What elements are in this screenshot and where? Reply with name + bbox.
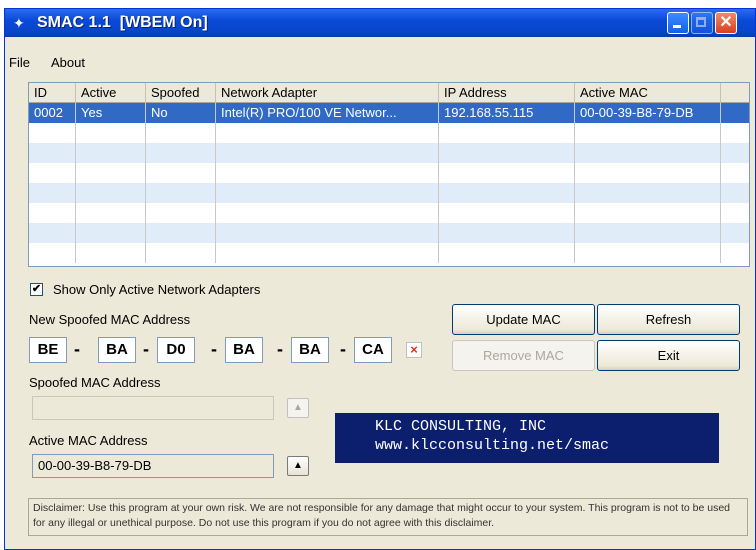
- show-active-label[interactable]: Show Only Active Network Adapters: [53, 282, 260, 298]
- column-header-ip-address[interactable]: IP Address: [439, 83, 575, 103]
- spoofed-mac-up-button[interactable]: ▲: [287, 398, 309, 418]
- active-mac-field[interactable]: 00-00-39-B8-79-DB: [32, 454, 274, 478]
- table-row[interactable]: 0002 Yes No Intel(R) PRO/100 VE Networ..…: [29, 103, 749, 123]
- adapter-list[interactable]: ID Active Spoofed Network Adapter IP Add…: [28, 82, 750, 267]
- minimize-button[interactable]: [667, 12, 689, 34]
- update-mac-button[interactable]: Update MAC: [452, 304, 595, 335]
- disclaimer-text: Disclaimer: Use this program at your own…: [28, 498, 748, 536]
- column-header-spoofed[interactable]: Spoofed: [146, 83, 216, 103]
- clear-x-icon: ×: [410, 342, 418, 357]
- active-mac-label: Active MAC Address: [29, 433, 148, 448]
- spoofed-mac-label: Spoofed MAC Address: [29, 375, 161, 390]
- maximize-button[interactable]: [691, 12, 713, 34]
- octet-separator: -: [340, 339, 346, 359]
- new-mac-label: New Spoofed MAC Address: [29, 312, 191, 327]
- mac-octet-2[interactable]: BA: [98, 337, 136, 363]
- checkmark-icon: ✔: [31, 283, 42, 295]
- menu-bar: File About: [5, 53, 755, 73]
- list-header: ID Active Spoofed Network Adapter IP Add…: [29, 83, 749, 103]
- empty-row: [29, 123, 749, 143]
- cell-spoofed: No: [146, 103, 216, 123]
- empty-row: [29, 243, 749, 263]
- mac-octet-1[interactable]: BE: [29, 337, 67, 363]
- exit-button[interactable]: Exit: [597, 340, 740, 371]
- octet-separator: -: [143, 339, 149, 359]
- column-header-network-adapter[interactable]: Network Adapter: [216, 83, 439, 103]
- network-card-icon: ✦: [13, 15, 25, 31]
- mac-octet-5[interactable]: BA: [291, 337, 329, 363]
- cell-id: 0002: [29, 103, 76, 123]
- arrow-up-icon: ▲: [293, 460, 303, 471]
- menu-file[interactable]: File: [5, 54, 34, 72]
- klc-banner: KLC CONSULTING, INC www.klcconsulting.ne…: [335, 413, 719, 463]
- mac-octet-3[interactable]: D0: [157, 337, 195, 363]
- cell-active-mac: 00-00-39-B8-79-DB: [575, 103, 721, 123]
- remove-mac-button[interactable]: Remove MAC: [452, 340, 595, 371]
- banner-url[interactable]: www.klcconsulting.net/smac: [375, 437, 609, 454]
- title-bar[interactable]: ✦ SMAC 1.1 [WBEM On] ✕: [5, 9, 755, 37]
- window-title: SMAC 1.1 [WBEM On]: [37, 14, 208, 31]
- close-icon: ✕: [719, 14, 733, 31]
- octet-separator: -: [74, 339, 80, 359]
- octet-separator: -: [277, 339, 283, 359]
- column-header-id[interactable]: ID: [29, 83, 76, 103]
- empty-row: [29, 143, 749, 163]
- spoofed-mac-field[interactable]: [32, 396, 274, 420]
- octet-separator: -: [211, 339, 217, 359]
- mac-octet-4[interactable]: BA: [225, 337, 263, 363]
- column-header-active-mac[interactable]: Active MAC: [575, 83, 721, 103]
- close-button[interactable]: ✕: [715, 12, 737, 34]
- empty-row: [29, 183, 749, 203]
- empty-row: [29, 203, 749, 223]
- cell-network-adapter: Intel(R) PRO/100 VE Networ...: [216, 103, 439, 123]
- clear-mac-button[interactable]: ×: [406, 342, 422, 358]
- show-active-checkbox[interactable]: ✔: [30, 283, 43, 296]
- banner-company: KLC CONSULTING, INC: [375, 418, 547, 435]
- column-header-active[interactable]: Active: [76, 83, 146, 103]
- refresh-button[interactable]: Refresh: [597, 304, 740, 335]
- empty-row: [29, 163, 749, 183]
- mac-octet-6[interactable]: CA: [354, 337, 392, 363]
- menu-about[interactable]: About: [47, 54, 89, 72]
- empty-row: [29, 223, 749, 243]
- cell-ip-address: 192.168.55.115: [439, 103, 575, 123]
- cell-active: Yes: [76, 103, 146, 123]
- active-mac-up-button[interactable]: ▲: [287, 456, 309, 476]
- arrow-up-icon: ▲: [293, 402, 303, 413]
